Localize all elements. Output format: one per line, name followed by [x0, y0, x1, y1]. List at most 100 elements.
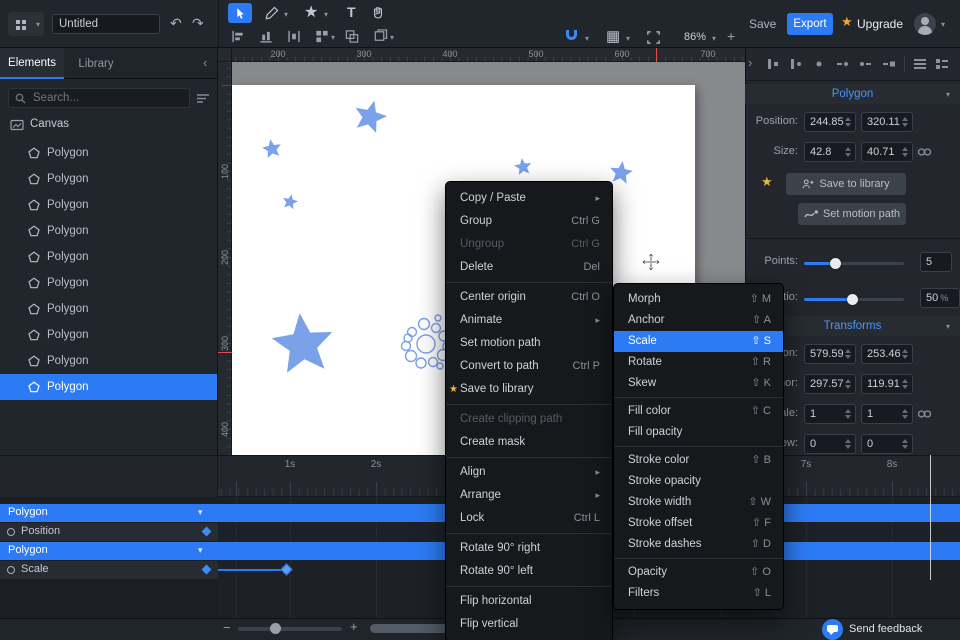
stepper-icon[interactable]	[902, 379, 909, 390]
align-bottom-button[interactable]	[258, 29, 274, 47]
timeline-row-header[interactable]: Scale	[0, 561, 218, 579]
tidy-button[interactable]	[314, 29, 330, 47]
transform-position-x-input[interactable]: 579.59	[804, 344, 856, 364]
stepper-icon[interactable]	[845, 409, 852, 420]
distribute-horizontally-button[interactable]	[286, 29, 302, 47]
bubble-shape[interactable]	[429, 358, 438, 367]
tab-library[interactable]: Library	[64, 48, 128, 79]
menu-item-morph[interactable]: Morph⇧ M	[614, 289, 783, 310]
stepper-icon[interactable]	[902, 349, 909, 360]
chevron-down-icon[interactable]: ▾	[941, 21, 945, 29]
slider-handle[interactable]	[830, 258, 841, 269]
keyframe-diamond-icon[interactable]	[202, 527, 212, 537]
position-y-input[interactable]: 320.11	[861, 112, 913, 132]
menu-item-set-motion-path[interactable]: Set motion path	[446, 332, 612, 355]
menu-item-stroke-opacity[interactable]: Stroke opacity	[614, 471, 783, 492]
menu-item-opacity[interactable]: Opacity⇧ O	[614, 562, 783, 583]
ratio-slider[interactable]	[804, 298, 904, 301]
duplicate-button[interactable]	[372, 29, 388, 47]
menu-item-ungroup[interactable]: UngroupCtrl G	[446, 233, 612, 256]
stepper-icon[interactable]	[845, 439, 852, 450]
menu-item-animate[interactable]: Animate▸	[446, 309, 612, 332]
menu-item-lock[interactable]: LockCtrl L	[446, 507, 612, 530]
transform-scale-y-input[interactable]: 1	[861, 404, 913, 424]
chevron-down-icon[interactable]: ▾	[626, 35, 630, 43]
menu-item-create-clipping-path[interactable]: Create clipping path	[446, 408, 612, 431]
chevron-down-icon[interactable]: ▾	[331, 34, 335, 42]
timeline-row-header[interactable]: Polygon▾	[0, 504, 218, 522]
menu-item-convert-to-path[interactable]: Convert to pathCtrl P	[446, 355, 612, 378]
position-x-input[interactable]: 244.85	[804, 112, 856, 132]
timeline-row-header[interactable]: Position	[0, 523, 218, 541]
chevron-down-icon[interactable]: ▾	[198, 507, 203, 518]
layer-item[interactable]: Polygon	[0, 348, 217, 374]
star-shape[interactable]	[283, 194, 298, 209]
layer-item[interactable]: Polygon	[0, 296, 217, 322]
link-scale-icon[interactable]	[917, 409, 932, 422]
menu-item-group[interactable]: GroupCtrl G	[446, 210, 612, 233]
dot-dash-icon[interactable]	[858, 57, 874, 74]
bubble-shape[interactable]	[435, 315, 441, 321]
stepper-icon[interactable]	[845, 349, 852, 360]
collapse-sidebar-icon[interactable]: ‹	[203, 55, 207, 70]
bubble-shape[interactable]	[419, 319, 430, 330]
ratio-value-input[interactable]: 50%	[920, 288, 960, 308]
undo-icon[interactable]: ↶	[170, 15, 182, 31]
menu-item-arrange[interactable]: Arrange▸	[446, 484, 612, 507]
menu-item-rotate[interactable]: Rotate⇧ R	[614, 352, 783, 373]
app-logo-button[interactable]: ▾	[8, 12, 44, 36]
account-avatar[interactable]	[914, 13, 936, 35]
menu-item-center-origin[interactable]: Center originCtrl O	[446, 286, 612, 309]
export-button[interactable]: Export	[787, 13, 833, 35]
layer-item[interactable]: Polygon	[0, 140, 217, 166]
stepper-icon[interactable]	[902, 439, 909, 450]
menu-item-anchor[interactable]: Anchor⇧ A	[614, 310, 783, 331]
transform-skew-x-input[interactable]: 0	[804, 434, 856, 454]
align-left-button[interactable]	[230, 29, 246, 47]
zoom-in-button[interactable]: +	[727, 28, 735, 44]
menu-item-rotate-90-left[interactable]: Rotate 90° left	[446, 560, 612, 583]
redo-icon[interactable]: ↷	[192, 15, 204, 31]
stepper-icon[interactable]	[845, 117, 852, 128]
send-feedback-button[interactable]: Send feedback	[849, 623, 922, 635]
menu-item-skew[interactable]: Skew⇧ K	[614, 373, 783, 394]
search-input[interactable]	[8, 88, 190, 108]
keyframe-diamond-icon[interactable]	[202, 565, 212, 575]
marker-end-icon[interactable]	[812, 57, 828, 74]
stepper-icon[interactable]	[845, 147, 852, 158]
bubble-shape[interactable]	[416, 358, 426, 368]
pen-tool-button[interactable]	[262, 4, 282, 22]
dash-dot-icon[interactable]	[835, 57, 851, 74]
menu-item-delete[interactable]: DeleteDel	[446, 256, 612, 279]
polygon-section-header[interactable]: Polygon ▾	[745, 84, 960, 104]
menu-item-stroke-width[interactable]: Stroke width⇧ W	[614, 492, 783, 513]
hand-tool-button[interactable]	[368, 3, 388, 21]
menu-item-stroke-color[interactable]: Stroke color⇧ B	[614, 450, 783, 471]
menu-item-flip-horizontal[interactable]: Flip horizontal	[446, 590, 612, 613]
chevron-down-icon[interactable]: ▾	[198, 545, 203, 556]
snap-toggle[interactable]	[566, 30, 577, 43]
layer-item[interactable]: Polygon	[0, 322, 217, 348]
size-height-input[interactable]: 40.71	[861, 142, 913, 162]
menu-item-flip-vertical[interactable]: Flip vertical	[446, 613, 612, 636]
layer-item[interactable]: Polygon	[0, 192, 217, 218]
layer-item[interactable]: Polygon	[0, 218, 217, 244]
menu-item-fill-opacity[interactable]: Fill opacity	[614, 422, 783, 443]
canvas-tree-item[interactable]: Canvas	[0, 114, 217, 138]
transform-anchor-x-input[interactable]: 297.57	[804, 374, 856, 394]
layer-item[interactable]: Polygon	[0, 244, 217, 270]
select-tool-button[interactable]	[228, 3, 252, 23]
marker-mid-icon[interactable]	[789, 57, 805, 74]
layer-item[interactable]: Polygon	[0, 270, 217, 296]
text-tool-button[interactable]: T	[347, 4, 356, 20]
marker-start-icon[interactable]	[766, 57, 782, 74]
timeline-zoom-in-button[interactable]: +	[350, 619, 358, 634]
layer-item[interactable]: Polygon	[0, 374, 217, 400]
chevron-down-icon[interactable]: ▾	[712, 35, 716, 43]
star-shape[interactable]	[514, 158, 531, 175]
stepper-icon[interactable]	[902, 147, 909, 158]
zoom-level[interactable]: 86%	[684, 31, 706, 43]
keyframe-diamond-icon[interactable]	[280, 563, 293, 576]
points-slider[interactable]	[804, 262, 904, 265]
menu-item-fill-color[interactable]: Fill color⇧ C	[614, 401, 783, 422]
